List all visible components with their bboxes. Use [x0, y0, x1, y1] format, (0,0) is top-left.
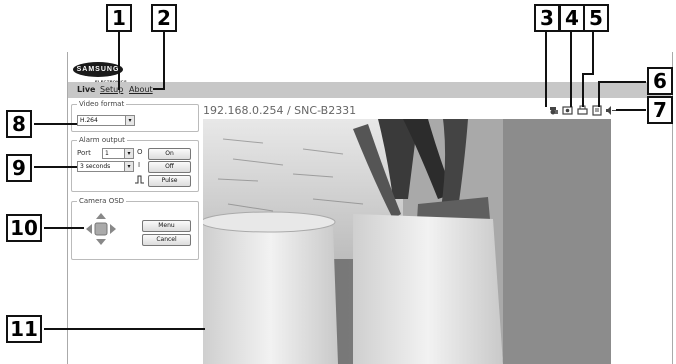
right-arrow-icon[interactable] — [110, 224, 116, 234]
port-value: 1 — [105, 150, 109, 157]
callout-1: 1 — [106, 4, 132, 32]
osd-cancel-button[interactable]: Cancel — [142, 234, 191, 246]
callout-6-leader-v — [598, 81, 600, 107]
logo-text: SAMSUNG — [76, 66, 120, 73]
alarm-pulse-button[interactable]: Pulse — [148, 175, 191, 187]
nav-about[interactable]: About — [129, 85, 153, 94]
callout-10: 10 — [6, 214, 42, 242]
down-arrow-icon[interactable] — [96, 239, 106, 245]
alarm-on-button[interactable]: On — [148, 148, 191, 160]
camera-osd-legend: Camera OSD — [77, 197, 127, 205]
callout-8-leader — [34, 123, 77, 125]
callout-4-leader — [570, 27, 572, 107]
camera-address: 192.168.0.254 / SNC-B2331 — [203, 104, 357, 117]
callout-8: 8 — [6, 110, 32, 138]
video-format-value: H.264 — [80, 117, 98, 124]
save-icon[interactable] — [592, 105, 602, 116]
callout-2-leader-h — [153, 88, 165, 90]
callout-9-leader — [34, 166, 77, 168]
nav-bar — [68, 82, 671, 98]
port-label: Port — [77, 149, 91, 157]
pulse-icon — [135, 175, 144, 184]
callout-7: 7 — [647, 96, 673, 124]
video-format-select[interactable]: H.264 ▾ — [77, 115, 135, 126]
audio-icon[interactable] — [606, 106, 616, 115]
on-indicator-icon: O — [137, 148, 143, 156]
callout-7-leader — [616, 109, 646, 111]
callout-4: 4 — [559, 4, 585, 32]
live-video-view[interactable] — [203, 119, 611, 364]
duration-value: 3 seconds — [80, 163, 111, 170]
callout-10-leader — [44, 227, 84, 229]
osd-direction-pad — [86, 213, 116, 245]
up-arrow-icon[interactable] — [96, 213, 106, 219]
callout-11-leader — [44, 328, 205, 330]
snapshot-icon[interactable] — [562, 106, 573, 115]
callout-3: 3 — [534, 4, 560, 32]
callout-6: 6 — [647, 67, 673, 95]
callout-2: 2 — [151, 4, 177, 32]
chevron-down-icon: ▾ — [124, 162, 133, 171]
port-select[interactable]: 1 ▾ — [102, 148, 134, 159]
chevron-down-icon: ▾ — [124, 149, 133, 158]
callout-9: 9 — [6, 154, 32, 182]
video-frame — [203, 119, 611, 364]
print-icon[interactable] — [577, 105, 588, 115]
nav-live[interactable]: Live — [77, 85, 95, 94]
callout-5-leader — [592, 27, 594, 75]
chevron-down-icon: ▾ — [125, 116, 134, 125]
left-arrow-icon[interactable] — [86, 224, 92, 234]
duration-select[interactable]: 3 seconds ▾ — [77, 161, 134, 172]
callout-1-leader — [118, 27, 120, 90]
callout-2-leader — [163, 27, 165, 90]
osd-menu-button[interactable]: Menu — [142, 220, 191, 232]
callout-11: 11 — [6, 315, 42, 343]
alarm-output-legend: Alarm output — [77, 136, 127, 144]
osd-set-button[interactable] — [94, 222, 108, 236]
alarm-off-button[interactable]: Off — [148, 161, 191, 173]
samsung-logo: SAMSUNG — [73, 62, 123, 77]
callout-3-leader — [545, 27, 547, 107]
callout-5: 5 — [583, 4, 609, 32]
off-indicator-icon: I — [138, 161, 141, 169]
callout-5-leader-v — [582, 73, 584, 107]
video-format-legend: Video format — [77, 100, 127, 108]
callout-6-leader — [598, 81, 646, 83]
record-icon[interactable] — [550, 107, 558, 115]
